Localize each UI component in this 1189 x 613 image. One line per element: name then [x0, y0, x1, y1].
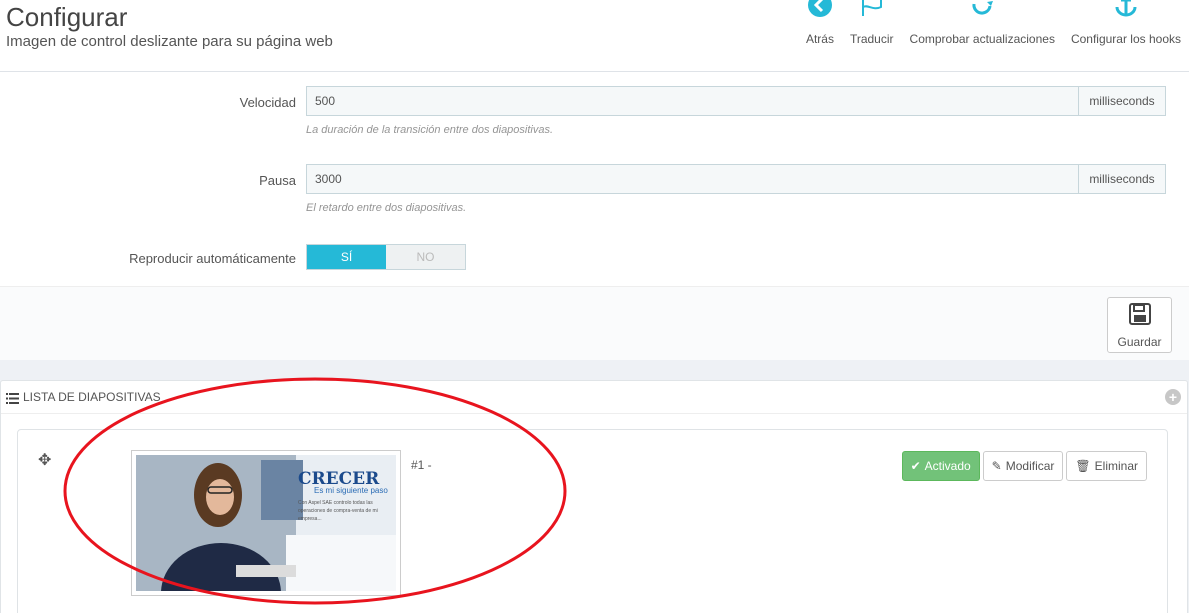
slides-list-panel: Lista de diapositivas + ✥ CRECER Es mi: [0, 380, 1188, 613]
check-icon: ✔: [910, 459, 921, 473]
slide-delete-label: Eliminar: [1094, 459, 1138, 473]
autoplay-switch[interactable]: SÍ NO: [306, 244, 466, 270]
slide-edit-label: Modificar: [1005, 459, 1055, 473]
save-button[interactable]: Guardar: [1107, 297, 1172, 353]
toolbar: Atrás Traducir Comprobar actualizaciones…: [798, 0, 1189, 72]
slide-status-label: Activado: [924, 459, 971, 473]
slide-edit-button[interactable]: ✎ Modificar: [982, 451, 1064, 481]
slide-image: CRECER Es mi siguiente paso Con Aspel SA…: [136, 455, 396, 591]
pause-unit: milliseconds: [1078, 164, 1166, 194]
toolbar-back-button[interactable]: Atrás: [798, 0, 842, 72]
trash-icon: 🗑: [1075, 459, 1091, 473]
slide-status-button[interactable]: ✔ Activado: [901, 451, 980, 481]
toolbar-translate-button[interactable]: Traducir: [842, 0, 902, 72]
refresh-icon: [969, 0, 995, 23]
toolbar-check-updates-label: Comprobar actualizaciones: [909, 32, 1055, 46]
anchor-icon: [1113, 0, 1139, 23]
page-title: Configurar: [6, 2, 128, 32]
autoplay-yes-option[interactable]: SÍ: [307, 245, 386, 269]
autoplay-no-option[interactable]: NO: [386, 245, 465, 269]
slide-title: #1 -: [411, 458, 432, 472]
save-label: Guardar: [1117, 334, 1162, 349]
pause-help: El retardo entre dos diapositivas.: [306, 202, 467, 214]
save-icon: [1128, 302, 1152, 331]
toolbar-check-updates-button[interactable]: Comprobar actualizaciones: [902, 0, 1063, 72]
slide-thumbnail[interactable]: CRECER Es mi siguiente paso Con Aspel SA…: [131, 450, 401, 596]
move-handle-icon[interactable]: ✥: [38, 450, 51, 470]
slide-actions: ✔ Activado ✎ Modificar 🗑 Eliminar: [901, 451, 1147, 481]
speed-help: La duración de la transición entre dos d…: [306, 124, 554, 136]
speed-label: Velocidad: [239, 95, 296, 110]
toolbar-translate-label: Traducir: [849, 32, 894, 46]
toolbar-hooks-label: Configurar los hooks: [1070, 32, 1181, 46]
list-icon: [6, 391, 19, 404]
slide-delete-button[interactable]: 🗑 Eliminar: [1066, 451, 1147, 481]
slide-image-body: Con Aspel SAE controlo todas las operaci…: [298, 500, 378, 522]
flag-icon: [859, 0, 885, 23]
slides-list-title: Lista de diapositivas: [23, 390, 161, 404]
toolbar-hooks-button[interactable]: Configurar los hooks: [1063, 0, 1189, 72]
page-subtitle: Imagen de control deslizante para su pág…: [6, 33, 333, 50]
page-header: Configurar Imagen de control deslizante …: [0, 0, 1189, 72]
add-slide-icon[interactable]: +: [1165, 389, 1181, 405]
slides-list-header: Lista de diapositivas +: [1, 381, 1187, 414]
pause-label: Pausa: [259, 173, 296, 188]
config-panel: Velocidad milliseconds La duración de la…: [0, 72, 1189, 360]
edit-icon: ✎: [991, 459, 1002, 473]
pause-input-group: milliseconds: [306, 164, 1166, 194]
back-icon: [807, 0, 833, 23]
pause-input[interactable]: [306, 164, 1078, 194]
panel-footer: Guardar: [0, 286, 1189, 360]
toolbar-back-label: Atrás: [805, 32, 834, 46]
speed-input[interactable]: [306, 86, 1078, 116]
speed-unit: milliseconds: [1078, 86, 1166, 116]
slide-image-tagline: Es mi siguiente paso: [314, 486, 388, 495]
autoplay-label: Reproducir automáticamente: [129, 251, 296, 266]
speed-input-group: milliseconds: [306, 86, 1166, 116]
slide-item: ✥ CRECER Es mi siguiente paso Con Aspel …: [17, 429, 1168, 613]
